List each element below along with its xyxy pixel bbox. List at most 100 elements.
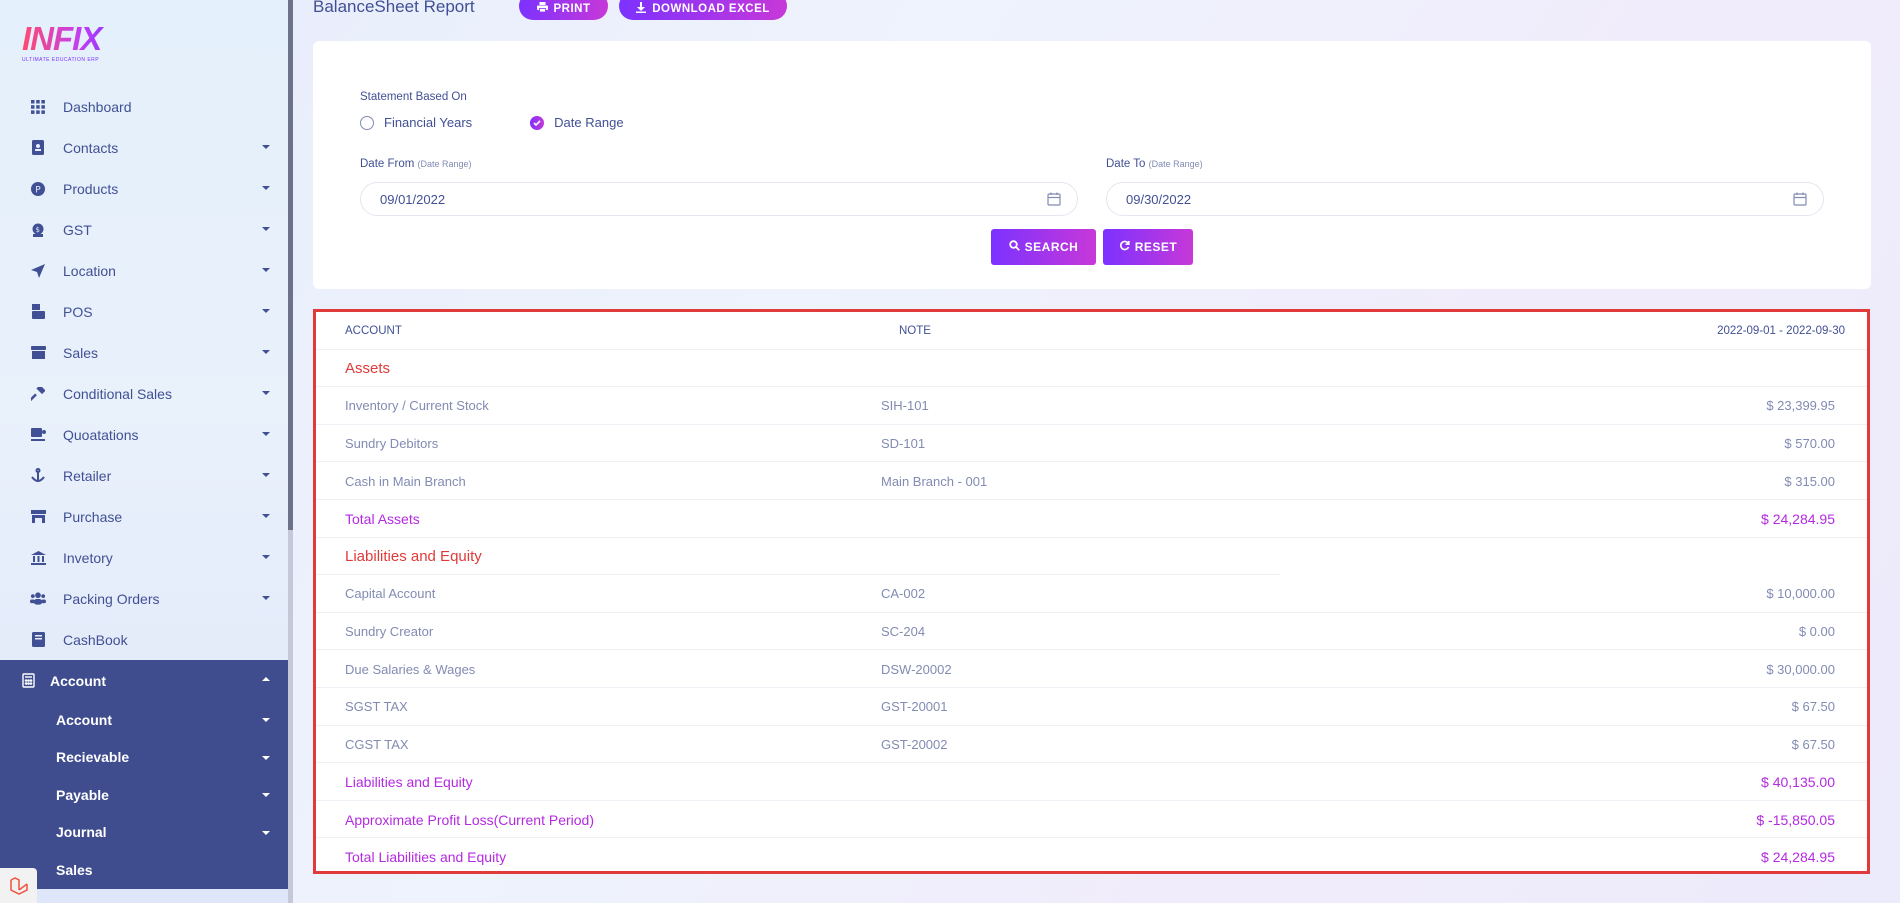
pos-terminal-icon — [30, 304, 46, 320]
table-row: Inventory / Current Stock SIH-101 $ 23,3… — [316, 387, 1867, 425]
total-amount: $ 40,135.00 — [1761, 773, 1835, 790]
sidebar-item-label: Quoatations — [63, 426, 139, 443]
laravel-icon — [9, 876, 28, 895]
sidebar-item-retailer[interactable]: Retailer — [0, 455, 289, 496]
sidebar-item-label: Invetory — [63, 549, 113, 566]
total-assets-row: Total Assets $ 24,284.95 — [316, 500, 1867, 538]
account-cell: Inventory / Current Stock — [345, 398, 489, 414]
sidebar-item-label: GST — [63, 221, 92, 238]
sidebar-subitem-payable[interactable]: Payable — [0, 776, 289, 814]
page-title: BalanceSheet Report — [313, 0, 475, 16]
print-button[interactable]: PRINT — [519, 0, 608, 20]
total-amount: $ 24,284.95 — [1761, 510, 1835, 527]
financial-years-radio[interactable] — [360, 115, 374, 130]
table-row: SGST TAX GST-20001 $ 67.50 — [316, 688, 1867, 726]
search-button[interactable]: SEARCH — [991, 229, 1096, 265]
financial-years-label[interactable]: Financial Years — [384, 115, 472, 130]
filter-card: Statement Based On Financial Years Date … — [313, 41, 1871, 289]
amount-cell: $ 30,000.00 — [1766, 661, 1835, 677]
date-from-input[interactable]: 09/01/2022 — [360, 182, 1078, 216]
calendar-icon[interactable] — [1047, 192, 1061, 209]
shop-icon — [30, 509, 46, 525]
date-to-label: Date To (Date Range) — [1106, 158, 1203, 170]
sidebar-item-sales[interactable]: Sales — [0, 332, 289, 373]
date-to-input[interactable]: 09/30/2022 — [1106, 182, 1824, 216]
sidebar-scrollbar[interactable] — [288, 0, 293, 903]
sidebar-item-products[interactable]: P Products — [0, 168, 289, 209]
note-cell: DSW-20002 — [881, 661, 952, 677]
sidebar-item-cashbook[interactable]: CashBook — [0, 619, 289, 660]
users-icon — [30, 591, 46, 607]
sidebar-subitem-label: Recievable — [56, 749, 130, 766]
app-logo[interactable]: INFIX ULTIMATE EDUCATION ERP — [22, 22, 122, 66]
sidebar-item-contacts[interactable]: Contacts — [0, 127, 289, 168]
section-row-assets: Assets — [316, 350, 1867, 388]
download-label: DOWNLOAD EXCEL — [652, 2, 770, 15]
sidebar-nav: Dashboard Contacts P Products $ GST Loca… — [0, 86, 289, 889]
total-label: Liabilities and Equity — [345, 773, 473, 790]
reset-button[interactable]: RESET — [1103, 229, 1193, 265]
chevron-down-icon — [262, 596, 270, 600]
sidebar-item-purchase[interactable]: Purchase — [0, 496, 289, 537]
svg-text:P: P — [35, 185, 41, 195]
sidebar-item-account-active[interactable]: Account — [0, 660, 289, 701]
chevron-down-icon — [262, 350, 270, 354]
account-cell: Due Salaries & Wages — [345, 661, 476, 677]
contacts-book-icon — [30, 140, 46, 156]
account-cell: Cash in Main Branch — [345, 473, 466, 489]
sidebar-item-conditional-sales[interactable]: Conditional Sales — [0, 373, 289, 414]
download-excel-button[interactable]: DOWNLOAD EXCEL — [619, 0, 787, 20]
amount-cell: $ 0.00 — [1798, 624, 1835, 640]
sidebar-subitem-journal[interactable]: Journal — [0, 814, 289, 852]
total-liabilities-row: Total Liabilities and Equity $ 24,284.95 — [316, 838, 1867, 876]
sidebar-item-dashboard[interactable]: Dashboard — [0, 86, 289, 127]
statement-radio-group: Financial Years Date Range — [360, 115, 624, 130]
amount-cell: $ 67.50 — [1791, 699, 1835, 715]
date-from-label: Date From (Date Range) — [360, 158, 472, 170]
sidebar-item-location[interactable]: Location — [0, 250, 289, 291]
table-row: Capital Account CA-002 $ 10,000.00 — [316, 575, 1867, 613]
note-cell: SIH-101 — [881, 398, 929, 414]
anchor-icon — [30, 468, 46, 484]
sidebar-subitem-label: Journal — [56, 824, 107, 841]
sidebar-item-label: Sales — [63, 344, 99, 361]
store-icon — [30, 345, 46, 361]
chevron-down-icon — [262, 830, 270, 835]
chevron-down-icon — [262, 309, 270, 313]
sidebar-subitem-account[interactable]: Account — [0, 701, 289, 739]
chevron-down-icon — [262, 186, 270, 190]
chevron-down-icon — [262, 555, 270, 559]
product-circle-icon: P — [30, 181, 46, 197]
sidebar-item-inventory[interactable]: Invetory — [0, 537, 289, 578]
sidebar-item-gst[interactable]: $ GST — [0, 209, 289, 250]
logo-tagline: ULTIMATE EDUCATION ERP — [22, 57, 100, 63]
section-heading: Liabilities and Equity — [345, 547, 482, 565]
sidebar-item-quotations[interactable]: Quoatations — [0, 414, 289, 455]
chevron-down-icon — [262, 718, 270, 722]
sidebar-subnav-account: Account Recievable Payable Journal Sales — [0, 701, 289, 889]
sidebar-subitem-label: Account — [56, 711, 112, 728]
date-range-radio[interactable] — [530, 115, 545, 130]
date-range-label[interactable]: Date Range — [554, 115, 623, 130]
profit-loss-row: Approximate Profit Loss(Current Period) … — [316, 801, 1867, 839]
sidebar-subitem-sales[interactable]: Sales — [0, 851, 289, 889]
grid-icon — [30, 99, 46, 115]
sidebar-scrollbar-thumb[interactable] — [288, 0, 293, 530]
column-header-period: 2022-09-01 - 2022-09-30 — [1717, 324, 1845, 337]
sidebar-item-label: Contacts — [63, 139, 119, 156]
sidebar-item-label: Conditional Sales — [63, 385, 172, 402]
search-label: SEARCH — [1024, 240, 1079, 254]
sidebar-subitem-recievable[interactable]: Recievable — [0, 739, 289, 777]
book-icon — [30, 632, 46, 648]
chevron-down-icon — [262, 268, 270, 272]
sidebar-item-packing-orders[interactable]: Packing Orders — [0, 578, 289, 619]
account-cell: Sundry Creator — [345, 624, 434, 640]
total-amount: $ 24,284.95 — [1761, 849, 1835, 866]
sidebar-subitem-label: Payable — [56, 786, 109, 803]
note-cell: Main Branch - 001 — [881, 473, 988, 489]
check-icon — [533, 119, 541, 126]
date-from-hint: (Date Range) — [417, 159, 472, 169]
calendar-icon[interactable] — [1793, 192, 1807, 209]
sidebar-item-pos[interactable]: POS — [0, 291, 289, 332]
laravel-debug-badge[interactable] — [0, 868, 37, 903]
